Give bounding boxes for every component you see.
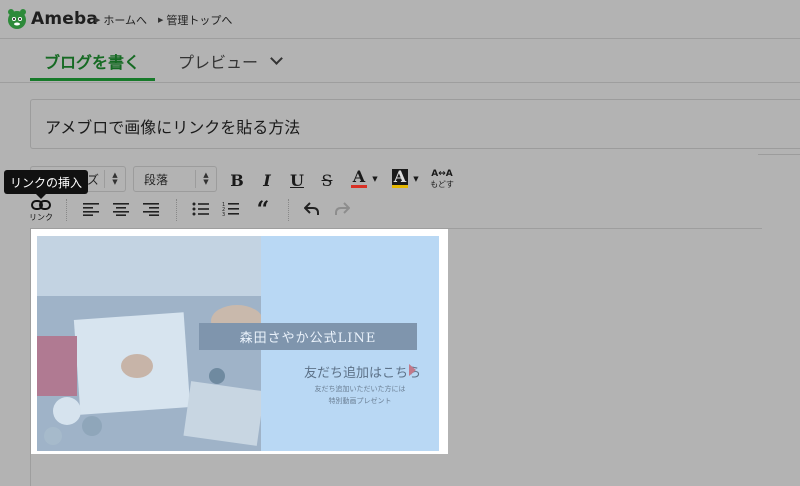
image-subtext-2: 特別動画プレゼント — [328, 397, 392, 405]
insert-link-button[interactable]: リンク — [28, 196, 54, 224]
bulleted-list-icon[interactable] — [192, 202, 210, 216]
toolbar-divider — [176, 199, 178, 221]
chevron-down-icon — [270, 51, 283, 65]
line-banner: 森田さやか公式LINE — [199, 323, 417, 350]
title-text: アメブロで画像にリンクを貼る方法 — [45, 118, 301, 137]
align-center-icon[interactable] — [112, 202, 130, 216]
toolbar-divider — [66, 199, 68, 221]
italic-button[interactable]: I — [258, 169, 276, 191]
admin-top-link-label: 管理トップへ — [166, 14, 233, 27]
paragraph-select-value: 段落 — [144, 172, 169, 187]
font-size-select-value: ズ — [87, 172, 100, 187]
insert-link-label: リンク — [29, 213, 53, 222]
triangle-right-icon: ▶ — [158, 16, 164, 24]
svg-text:3: 3 — [222, 212, 225, 217]
logo-text: Ameba — [31, 9, 99, 29]
align-left-icon[interactable] — [82, 202, 100, 216]
numbered-list-icon[interactable]: 1 2 3 — [222, 201, 240, 217]
ameba-logo[interactable]: Ameba — [6, 7, 98, 31]
editor-tabs: ブログを書く プレビュー — [0, 39, 800, 83]
tab-write[interactable]: ブログを書く — [44, 47, 140, 74]
tab-preview[interactable]: プレビュー — [178, 47, 283, 74]
bg-color-swatch — [392, 184, 408, 188]
paragraph-select[interactable]: 段落 ▲ ▼ — [133, 166, 217, 192]
align-right-icon[interactable] — [142, 202, 160, 216]
select-arrows-icon: ▲ ▼ — [195, 170, 216, 188]
toolbar-divider — [288, 199, 290, 221]
add-friend-text: 友だち追加はこちら — [304, 366, 422, 381]
arrow-right-icon — [409, 364, 416, 376]
blockquote-button[interactable]: “ — [253, 199, 273, 221]
selected-image[interactable]: 森田さやか公式LINE 友だち追加はこちら 友だち追加いただいた方には 特別動画… — [37, 236, 439, 451]
bg-color-dropdown-icon[interactable]: ▼ — [411, 172, 421, 186]
tab-preview-label: プレビュー — [178, 52, 259, 72]
link-icon — [31, 200, 51, 210]
bg-color-button[interactable]: A — [389, 167, 411, 189]
font-color-button[interactable]: A — [348, 167, 370, 189]
underline-button[interactable]: U — [288, 169, 306, 191]
divider — [758, 154, 800, 155]
top-bar: Ameba ▶ ホームへ ▶ 管理トップへ — [0, 0, 800, 39]
link-tooltip: リンクの挿入 — [4, 170, 89, 199]
reset-format-label: もどす — [430, 179, 454, 189]
bg-color-letter: A — [391, 166, 409, 186]
reset-format-icon: A↔A — [431, 168, 453, 179]
title-field[interactable]: アメブロで画像にリンクを貼る方法 — [30, 99, 800, 149]
image-subtext-1: 友だち追加いただいた方には — [314, 385, 406, 393]
ameba-logo-icon — [8, 9, 26, 29]
bold-button[interactable]: B — [228, 169, 246, 191]
reset-format-button[interactable]: A↔A もどす — [428, 167, 456, 191]
home-link-label: ホームへ — [103, 14, 148, 27]
font-color-letter: A — [352, 166, 366, 186]
select-arrows-icon: ▲ ▼ — [104, 170, 125, 188]
active-tab-indicator — [30, 78, 155, 81]
redo-icon[interactable] — [334, 202, 350, 216]
font-color-dropdown-icon[interactable]: ▼ — [370, 172, 380, 186]
strikethrough-button[interactable]: S — [318, 169, 336, 191]
admin-top-link[interactable]: ▶ 管理トップへ — [158, 12, 232, 28]
home-link[interactable]: ▶ ホームへ — [95, 12, 147, 28]
undo-icon[interactable] — [304, 202, 320, 216]
triangle-right-icon: ▶ — [95, 16, 101, 24]
font-color-swatch — [351, 184, 367, 188]
